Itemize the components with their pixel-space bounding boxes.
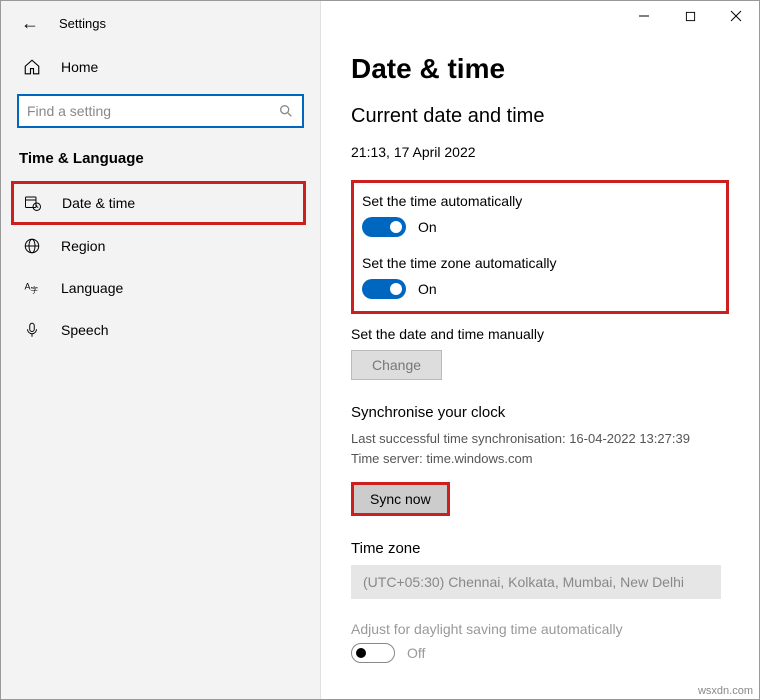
search-input[interactable] [27, 103, 278, 119]
auto-tz-toggle[interactable] [362, 279, 406, 299]
minimize-button[interactable] [621, 1, 667, 31]
window-title: Settings [59, 16, 106, 31]
auto-time-label: Set the time automatically [362, 193, 712, 209]
section-title: Current date and time [351, 105, 729, 128]
window-controls [621, 1, 759, 31]
sync-now-button[interactable]: Sync now [351, 482, 450, 516]
close-button[interactable] [713, 1, 759, 31]
manual-label: Set the date and time manually [351, 326, 729, 342]
home-icon [21, 58, 43, 76]
attribution: wsxdn.com [698, 685, 753, 697]
sidebar-item-label: Speech [61, 322, 108, 338]
auto-tz-state: On [418, 281, 437, 297]
sync-last: Last successful time synchronisation: 16… [351, 429, 729, 449]
calendar-clock-icon [22, 194, 44, 212]
dst-label: Adjust for daylight saving time automati… [351, 621, 729, 637]
auto-tz-label: Set the time zone automatically [362, 255, 712, 271]
page-title: Date & time [351, 53, 729, 85]
home-label: Home [61, 59, 98, 75]
change-button: Change [351, 350, 442, 380]
search-input-wrap[interactable] [17, 94, 304, 128]
auto-time-state: On [418, 219, 437, 235]
sidebar-item-label: Date & time [62, 195, 135, 211]
auto-settings-group: Set the time automatically On Set the ti… [351, 180, 729, 314]
svg-text:A: A [25, 282, 31, 292]
search-icon [278, 103, 294, 119]
microphone-icon [21, 321, 43, 339]
back-arrow-icon[interactable]: ← [21, 13, 39, 34]
content-pane: Date & time Current date and time 21:13,… [321, 1, 759, 699]
sidebar-item-label: Language [61, 280, 123, 296]
dst-toggle [351, 643, 395, 663]
sidebar-item-date-time[interactable]: Date & time [11, 181, 306, 225]
timezone-select: (UTC+05:30) Chennai, Kolkata, Mumbai, Ne… [351, 565, 721, 599]
sidebar: ← Settings Home Time & Language Date & t… [1, 1, 321, 699]
tz-title: Time zone [351, 540, 729, 557]
sidebar-category: Time & Language [1, 146, 320, 181]
sidebar-item-label: Region [61, 238, 105, 254]
maximize-button[interactable] [667, 1, 713, 31]
sync-title: Synchronise your clock [351, 404, 729, 421]
sidebar-item-region[interactable]: Region [1, 225, 320, 267]
language-icon: A字 [21, 279, 43, 297]
svg-text:字: 字 [31, 285, 39, 295]
sidebar-item-speech[interactable]: Speech [1, 309, 320, 351]
dst-state: Off [407, 645, 425, 661]
timezone-value: (UTC+05:30) Chennai, Kolkata, Mumbai, Ne… [363, 574, 684, 590]
sidebar-home[interactable]: Home [1, 46, 320, 88]
titlebar: ← Settings [1, 9, 320, 46]
current-datetime: 21:13, 17 April 2022 [351, 144, 729, 160]
sync-info: Last successful time synchronisation: 16… [351, 429, 729, 468]
sidebar-item-language[interactable]: A字 Language [1, 267, 320, 309]
globe-icon [21, 237, 43, 255]
auto-time-toggle[interactable] [362, 217, 406, 237]
sync-server: Time server: time.windows.com [351, 449, 729, 469]
